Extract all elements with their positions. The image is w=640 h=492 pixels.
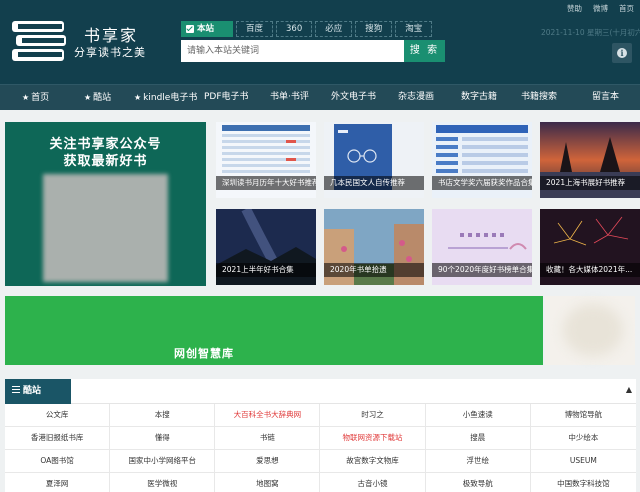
- thumbnail-caption: 深圳读书月历年十大好书推荐: [216, 176, 316, 190]
- book-list-card[interactable]: 2020年书单拾遗: [324, 209, 424, 285]
- search-tab-taobao[interactable]: 淘宝: [395, 21, 433, 37]
- search-input[interactable]: [181, 40, 404, 62]
- site-link[interactable]: 中少绘本: [531, 427, 636, 449]
- star-icon: ★: [22, 93, 30, 102]
- site-link[interactable]: 本搜: [110, 404, 216, 426]
- table-row: 公文库 本搜 大百科全书大辞典网 时习之 小鱼速读 博物馆导航: [5, 404, 636, 427]
- banner-label: 网创智慧库: [174, 347, 234, 360]
- menu-icon: [12, 386, 20, 393]
- nav-item-kindle[interactable]: ★ kindle电子书: [134, 85, 197, 110]
- site-link[interactable]: 书链: [215, 427, 321, 449]
- weibo-link[interactable]: 微博: [593, 3, 608, 14]
- thumbnail-caption: 收藏！各大媒体2021年...: [540, 263, 640, 277]
- site-link[interactable]: 搜晨: [426, 427, 531, 449]
- top-links: 赞助 微博 首页: [567, 3, 634, 14]
- nav-item-pdf[interactable]: PDF电子书: [204, 85, 249, 110]
- site-link[interactable]: 香港旧报纸书库: [5, 427, 111, 449]
- site-link[interactable]: USEUM: [531, 450, 636, 472]
- thumbnail-caption: 书店文学奖六届获奖作品合集: [432, 176, 532, 190]
- cool-sites-panel: 酷站 ▲ 公文库 本搜 大百科全书大辞典网 时习之 小鱼速读 博物馆导航 香港旧…: [5, 379, 636, 492]
- info-button[interactable]: i: [612, 43, 632, 63]
- site-link[interactable]: 小鱼速读: [426, 404, 531, 426]
- thumbnail-caption: 90个2020年度好书榜单合集: [432, 263, 532, 277]
- book-list-card[interactable]: 几本民国文人自传推荐: [324, 122, 424, 198]
- nav-item-ancient-books[interactable]: 数字古籍: [461, 85, 497, 110]
- checkbox-icon: [186, 25, 194, 33]
- wechat-promo-card[interactable]: 关注书享家公众号 获取最新好书: [5, 122, 206, 286]
- search-tab-site[interactable]: 本站: [181, 21, 233, 37]
- site-link[interactable]: 古音小镜: [320, 473, 426, 492]
- star-icon: ★: [84, 93, 92, 102]
- nav-item-book-search[interactable]: 书籍搜索: [521, 85, 557, 110]
- nav-item-home[interactable]: ★ 首页: [22, 85, 49, 110]
- site-link[interactable]: 时习之: [320, 404, 426, 426]
- panel-tab-cool-sites[interactable]: 酷站: [5, 379, 71, 404]
- search-tab-360[interactable]: 360: [276, 21, 313, 37]
- site-link[interactable]: 大百科全书大辞典网: [215, 404, 321, 426]
- books-logo-icon[interactable]: [10, 18, 68, 64]
- book-list-card[interactable]: 90个2020年度好书榜单合集: [432, 209, 532, 285]
- search-tab-bing[interactable]: 必应: [315, 21, 353, 37]
- qr-code-image: [43, 174, 168, 282]
- site-link[interactable]: 博物馆导航: [531, 404, 636, 426]
- date-display: 2021-11-10 星期三(十月初六): [541, 28, 640, 37]
- site-slogan: 分享读书之美: [74, 46, 146, 59]
- search-engine-tabs: 本站 百度 360 必应 搜狗 淘宝: [181, 21, 433, 37]
- site-link[interactable]: OA图书馆: [5, 450, 111, 472]
- table-row: OA图书馆 国家中小学网络平台 爱思想 故宫数字文物库 浮世绘 USEUM: [5, 450, 636, 473]
- info-icon: i: [617, 48, 627, 58]
- chevron-up-icon[interactable]: ▲: [626, 385, 632, 394]
- nav-item-booklists[interactable]: 书单·书评: [270, 85, 309, 110]
- promo-line-2: 获取最新好书: [63, 154, 148, 169]
- panel-tab-label: 酷站: [23, 386, 42, 396]
- site-title[interactable]: 书享家: [84, 22, 138, 46]
- site-link[interactable]: 地图窝: [215, 473, 321, 492]
- main-nav: ★ 首页 ★ 酷站 ★ kindle电子书 PDF电子书 书单·书评 外文电子书 杂志…: [0, 84, 640, 110]
- site-link[interactable]: 中国数字科技馆: [531, 473, 636, 492]
- site-link[interactable]: 夏泽网: [5, 473, 111, 492]
- site-link[interactable]: 故宫数字文物库: [320, 450, 426, 472]
- search-tab-sogou[interactable]: 搜狗: [355, 21, 393, 37]
- thumbnail-caption: 2020年书单拾遗: [324, 263, 424, 277]
- side-ad-blur: [563, 304, 623, 356]
- site-link[interactable]: 极致导航: [426, 473, 531, 492]
- nav-item-label: 酷站: [93, 93, 112, 103]
- ad-banner[interactable]: 网创智慧库: [5, 296, 543, 365]
- site-link[interactable]: 国家中小学网络平台: [110, 450, 216, 472]
- search-tab-label: 本站: [197, 24, 215, 34]
- site-header: 书享家 分享读书之美 本站 百度 360 必应 搜狗 淘宝 搜 索 赞助 微博 …: [0, 0, 640, 84]
- site-link[interactable]: 浮世绘: [426, 450, 531, 472]
- nav-item-label: 首页: [31, 93, 50, 103]
- star-icon: ★: [134, 93, 142, 102]
- home-link[interactable]: 首页: [619, 3, 634, 14]
- nav-item-foreign-books[interactable]: 外文电子书: [331, 85, 376, 110]
- nav-item-guestbook[interactable]: 留言本: [592, 85, 619, 110]
- site-link[interactable]: 医学微视: [110, 473, 216, 492]
- book-list-card[interactable]: 2021上半年好书合集: [216, 209, 316, 285]
- table-row: 夏泽网 医学微视 地图窝 古音小镜 极致导航 中国数字科技馆: [5, 473, 636, 492]
- panel-header: 酷站 ▲: [5, 379, 636, 404]
- site-link[interactable]: 公文库: [5, 404, 111, 426]
- site-link[interactable]: 物联网资源下载站: [320, 427, 426, 449]
- nav-item-label: kindle电子书: [143, 93, 198, 103]
- sponsor-link[interactable]: 赞助: [567, 3, 582, 14]
- book-list-card[interactable]: 深圳读书月历年十大好书推荐: [216, 122, 316, 198]
- nav-item-cool-sites[interactable]: ★ 酷站: [84, 85, 111, 110]
- nav-item-magazines[interactable]: 杂志漫画: [398, 85, 434, 110]
- book-list-card[interactable]: 2021上海书展好书推荐: [540, 122, 640, 198]
- thumbnail-caption: 2021上海书展好书推荐: [540, 176, 640, 190]
- site-link[interactable]: 爱思想: [215, 450, 321, 472]
- thumbnail-caption: 几本民国文人自传推荐: [324, 176, 424, 190]
- side-ad-image[interactable]: [545, 296, 635, 365]
- site-links-grid: 公文库 本搜 大百科全书大辞典网 时习之 小鱼速读 博物馆导航 香港旧报纸书库 …: [5, 404, 636, 492]
- search-button[interactable]: 搜 索: [404, 40, 445, 62]
- book-list-card[interactable]: 书店文学奖六届获奖作品合集: [432, 122, 532, 198]
- search-tab-baidu[interactable]: 百度: [236, 21, 274, 37]
- book-list-card[interactable]: 收藏！各大媒体2021年...: [540, 209, 640, 285]
- table-row: 香港旧报纸书库 懂得 书链 物联网资源下载站 搜晨 中少绘本: [5, 427, 636, 450]
- thumbnail-caption: 2021上半年好书合集: [216, 263, 316, 277]
- site-link[interactable]: 懂得: [110, 427, 216, 449]
